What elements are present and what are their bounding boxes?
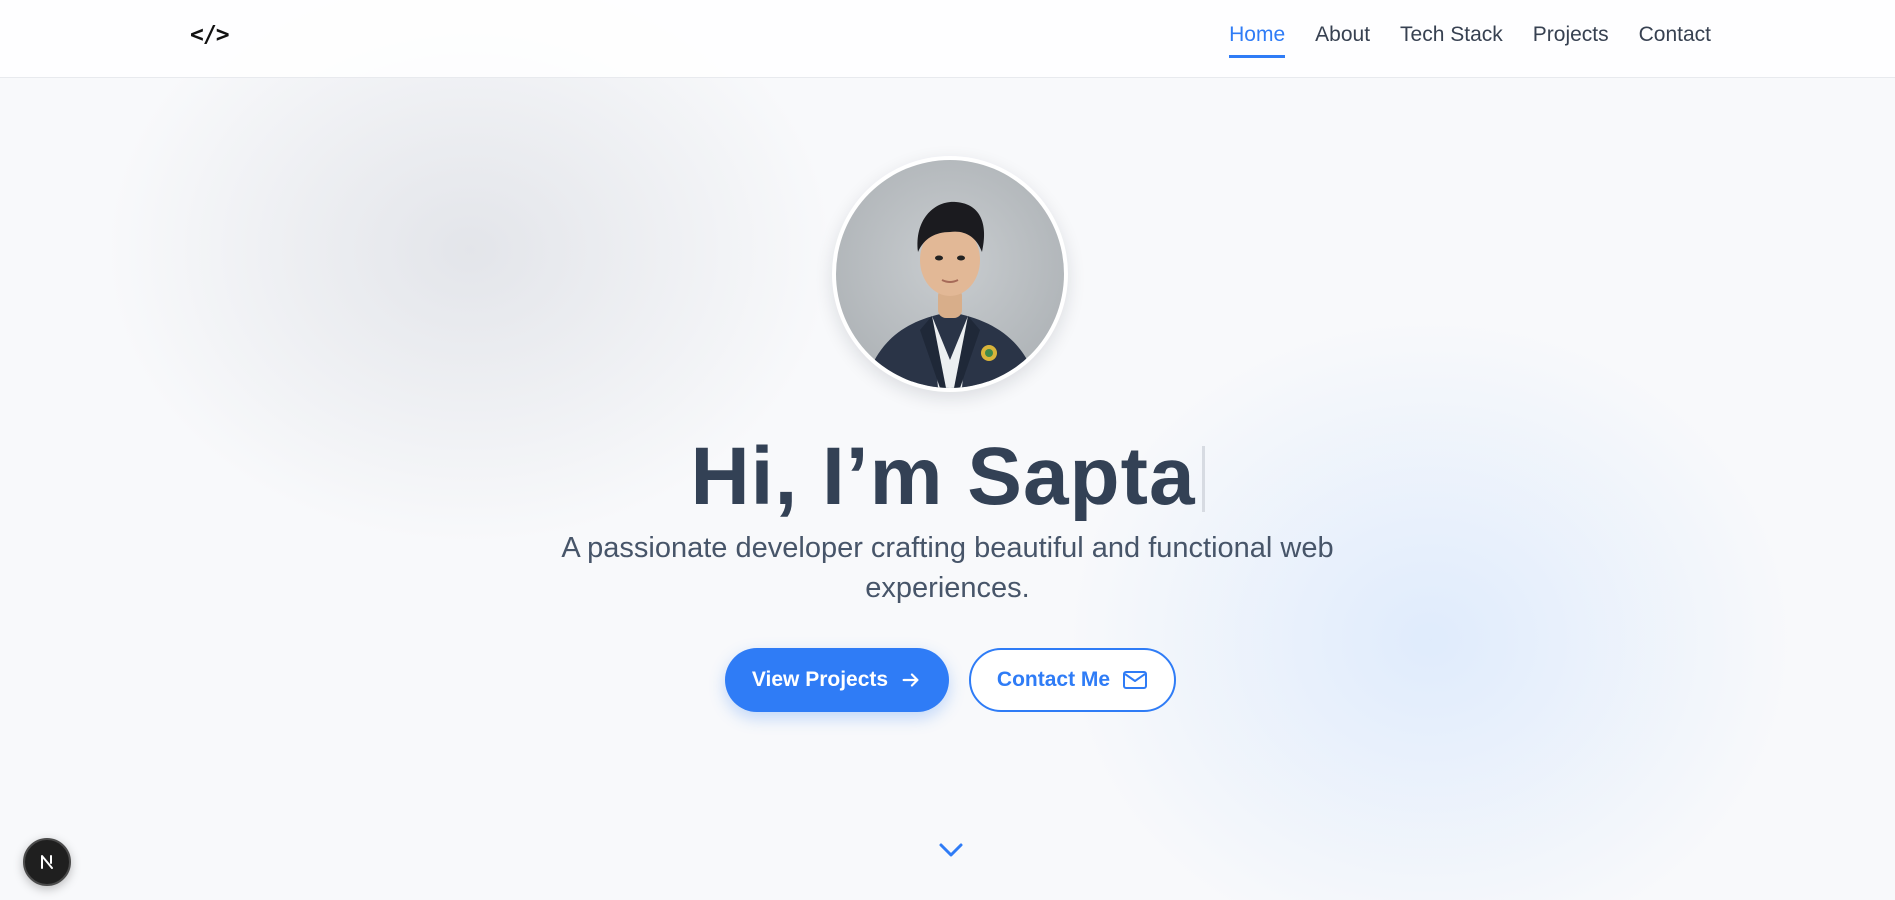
hero-section: Hi, I’m Sapta A passionate developer cra… [0,0,1895,900]
nav-home[interactable]: Home [1229,22,1286,58]
site-header: </> Home About Tech Stack Projects Conta… [0,0,1895,78]
main-nav: Home About Tech Stack Projects Contact [1229,22,1711,58]
contact-me-button[interactable]: Contact Me [969,648,1176,712]
profile-photo-icon [864,201,1038,388]
avatar-frame [832,156,1068,392]
hero-subtitle: A passionate developer crafting beautifu… [561,532,1334,604]
arrow-right-icon [902,673,919,687]
scroll-down-button[interactable] [937,838,965,862]
nav-about[interactable]: About [1315,22,1370,58]
nav-contact[interactable]: Contact [1639,22,1711,58]
hero-title-text: Hi, I’m Sapta [690,431,1196,522]
mail-icon [1123,671,1148,689]
chevron-down-icon [939,843,963,857]
contact-me-label: Contact Me [996,668,1111,691]
nav-tech-stack[interactable]: Tech Stack [1400,22,1503,58]
typing-cursor [1201,446,1205,512]
view-projects-button[interactable]: View Projects [725,648,949,712]
hero-title: Hi, I’m Sapta [0,430,1895,524]
nav-projects[interactable]: Projects [1533,22,1609,58]
view-projects-label: View Projects [751,668,889,691]
avatar [836,160,1064,388]
site-logo[interactable]: </> [190,22,230,48]
